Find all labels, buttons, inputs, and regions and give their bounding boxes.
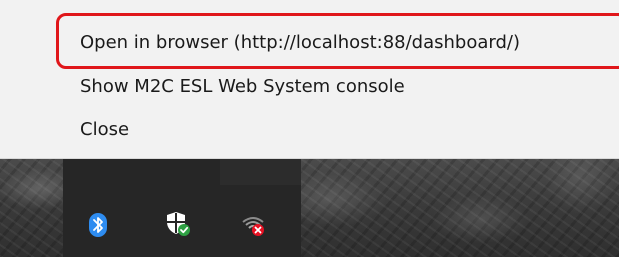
- tray-overflow-panel: [63, 159, 301, 257]
- menu-item-open-in-browser[interactable]: Open in browser (http://localhost:88/das…: [80, 31, 520, 55]
- bluetooth-icon[interactable]: [85, 212, 111, 238]
- menu-item-close[interactable]: Close: [80, 118, 129, 142]
- tray-context-menu: Open in browser (http://localhost:88/das…: [0, 0, 619, 159]
- menu-item-show-console[interactable]: Show M2C ESL Web System console: [80, 75, 405, 99]
- screenshot-stage: Open in browser (http://localhost:88/das…: [0, 0, 619, 257]
- tray-panel-hover-area: [220, 159, 301, 185]
- windows-security-shield-icon[interactable]: [164, 210, 190, 236]
- network-error-icon[interactable]: [241, 212, 267, 238]
